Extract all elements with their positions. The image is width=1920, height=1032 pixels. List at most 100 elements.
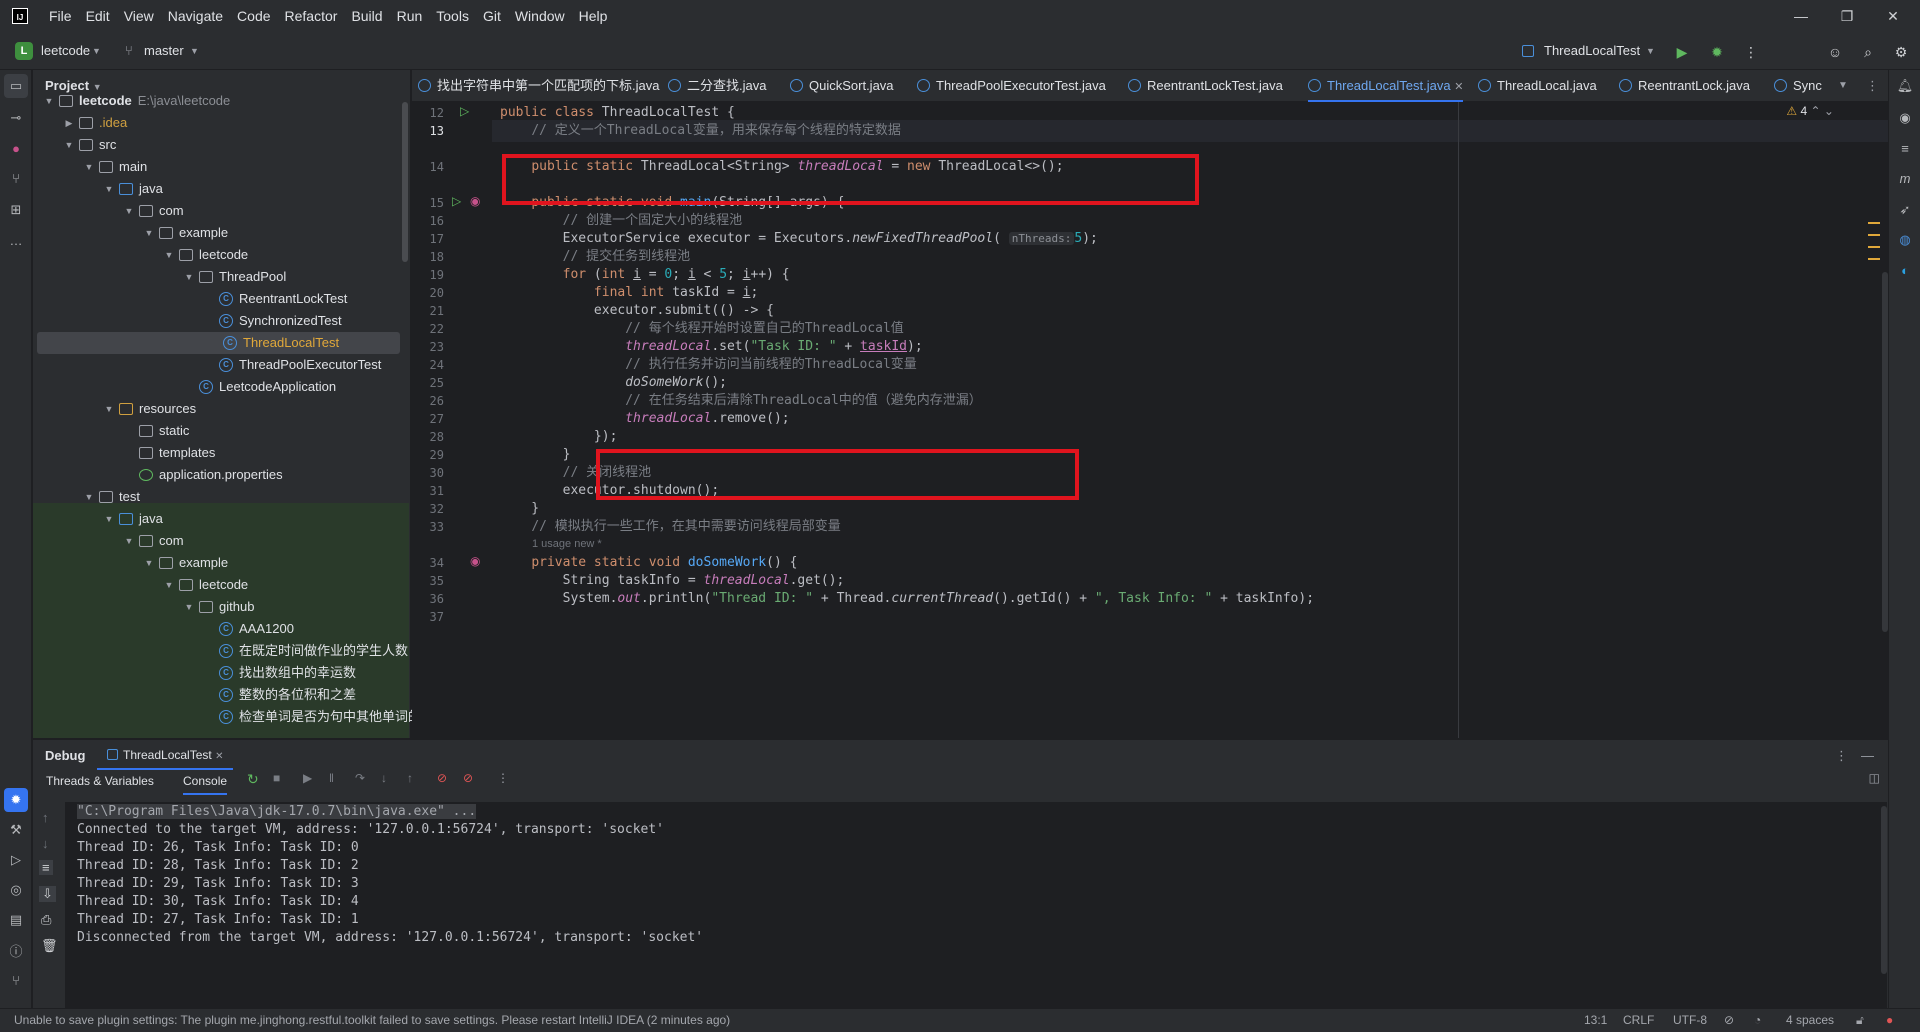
- line-number[interactable]: 20: [412, 286, 444, 300]
- warning-marker[interactable]: [1868, 222, 1880, 224]
- print-icon[interactable]: ⎙: [41, 912, 51, 928]
- warning-marker[interactable]: [1868, 246, 1880, 248]
- line-number[interactable]: 24: [412, 358, 444, 372]
- line-number[interactable]: 33: [412, 520, 444, 534]
- expand-arrow-icon[interactable]: ▼: [123, 530, 135, 552]
- tree-item[interactable]: ▼ test: [33, 486, 409, 508]
- caret-position[interactable]: 13:1: [1584, 1013, 1607, 1027]
- tab-reentrantlocktest[interactable]: ReentrantLockTest.java: [1128, 70, 1283, 102]
- tab-threadlocaltest[interactable]: ThreadLocalTest.java ✕: [1308, 70, 1464, 102]
- tab-sync[interactable]: Sync: [1774, 70, 1822, 102]
- more-vertical-icon[interactable]: ⋮: [1740, 41, 1762, 63]
- line-number[interactable]: 26: [412, 394, 444, 408]
- line-number[interactable]: 14: [412, 160, 444, 174]
- readonly-eye-icon[interactable]: ⊘: [1724, 1013, 1734, 1027]
- tree-item[interactable]: ▼ leetcode: [33, 574, 409, 596]
- line-number[interactable]: 21: [412, 304, 444, 318]
- commit-icon[interactable]: ⊸: [4, 106, 28, 130]
- line-number[interactable]: 37: [412, 610, 444, 624]
- usage-hint[interactable]: 1 usage new *: [532, 538, 602, 550]
- rerun-icon[interactable]: ↻: [247, 771, 259, 788]
- run-config-selector[interactable]: ThreadLocalTest: [1544, 43, 1640, 58]
- run-tool-icon[interactable]: ▷: [4, 848, 28, 872]
- expand-arrow-icon[interactable]: ▼: [163, 244, 175, 266]
- expand-arrow-icon[interactable]: ▼: [143, 222, 155, 244]
- menu-git[interactable]: Git: [476, 0, 508, 32]
- structure-icon[interactable]: ⊞: [4, 198, 28, 222]
- stop-icon[interactable]: ■: [273, 771, 280, 785]
- line-number[interactable]: 29: [412, 448, 444, 462]
- tree-item[interactable]: ▼ java: [33, 178, 409, 200]
- clear-trash-icon[interactable]: 🗑︎: [41, 938, 58, 954]
- project-badge[interactable]: L: [15, 42, 33, 60]
- line-number[interactable]: 30: [412, 466, 444, 480]
- expand-arrow-icon[interactable]: ▼: [103, 178, 115, 200]
- tree-item[interactable]: C ReentrantLockTest: [33, 288, 409, 310]
- edge-icon[interactable]: ◐: [1893, 258, 1917, 282]
- tree-item[interactable]: templates: [33, 442, 409, 464]
- collapse-arrow-icon[interactable]: ▶: [63, 112, 75, 134]
- error-indicator-icon[interactable]: ●: [1886, 1013, 1893, 1027]
- run-class-icon[interactable]: ▷: [460, 104, 469, 118]
- restore-icon[interactable]: ❐: [1824, 0, 1870, 32]
- warnings-indicator[interactable]: ⚠ 4 ⌃ ⌄: [1786, 104, 1834, 118]
- expand-arrow-icon[interactable]: ▼: [123, 200, 135, 222]
- step-over-icon[interactable]: ↷: [355, 771, 365, 785]
- soft-wrap-icon[interactable]: ≡: [39, 860, 53, 875]
- line-number[interactable]: 15: [412, 196, 444, 210]
- line-number[interactable]: 18: [412, 250, 444, 264]
- file-encoding[interactable]: UTF-8: [1673, 1013, 1707, 1027]
- settings-gear-icon[interactable]: ⚙: [1890, 41, 1912, 63]
- code-line[interactable]: System.out.println("Thread ID: " + Threa…: [500, 588, 1314, 610]
- line-number[interactable]: 13: [412, 124, 444, 138]
- tree-item[interactable]: application.properties: [33, 464, 409, 486]
- tree-item[interactable]: ▼ example: [33, 552, 409, 574]
- tab-quicksort[interactable]: QuickSort.java: [790, 70, 894, 102]
- tab-binary-search[interactable]: 二分查找.java: [668, 70, 766, 102]
- view-breakpoints-icon[interactable]: ⊘: [437, 771, 447, 785]
- branch-selector[interactable]: master: [144, 43, 184, 58]
- menu-edit[interactable]: Edit: [79, 0, 117, 32]
- indent-setting[interactable]: 4 spaces: [1786, 1013, 1834, 1027]
- sync-icon[interactable]: ◔: [1754, 1013, 1761, 1027]
- menu-code[interactable]: Code: [230, 0, 277, 32]
- line-number[interactable]: 17: [412, 232, 444, 246]
- more-horizontal-icon[interactable]: …: [4, 228, 28, 252]
- tab-find-index[interactable]: 找出字符串中第一个匹配项的下标.java: [418, 70, 659, 102]
- implements-marker-icon[interactable]: ◉: [470, 194, 480, 208]
- tree-item[interactable]: ▼ github: [33, 596, 409, 618]
- tree-item[interactable]: ▼ src: [33, 134, 409, 156]
- console-output[interactable]: "C:\Program Files\Java\jdk-17.0.7\bin\ja…: [65, 802, 1887, 1009]
- pause-icon[interactable]: ‖: [329, 771, 334, 785]
- build-hammer-icon[interactable]: ⚒: [4, 818, 28, 842]
- project-selector[interactable]: leetcode: [41, 43, 90, 58]
- pull-request-icon[interactable]: ⑂: [4, 166, 28, 190]
- resume-icon[interactable]: ▶: [303, 771, 312, 785]
- line-number[interactable]: 34: [412, 556, 444, 570]
- debug-tool-icon[interactable]: ✹: [4, 788, 28, 812]
- menu-run[interactable]: Run: [390, 0, 430, 32]
- tree-item[interactable]: ▼ resources: [33, 398, 409, 420]
- tree-item[interactable]: C 整数的各位积和之差: [33, 684, 409, 706]
- line-separator[interactable]: CRLF: [1623, 1013, 1654, 1027]
- tree-item[interactable]: ▼ ThreadPool: [33, 266, 409, 288]
- tree-item[interactable]: ▼ com: [33, 530, 409, 552]
- line-number[interactable]: 23: [412, 340, 444, 354]
- terminal-icon[interactable]: ▤: [4, 908, 28, 932]
- tree-item[interactable]: ▼ leetcode: [33, 244, 409, 266]
- chevron-down-icon[interactable]: ▼: [92, 46, 101, 56]
- tree-item[interactable]: C SynchronizedTest: [33, 310, 409, 332]
- line-number[interactable]: 36: [412, 592, 444, 606]
- tree-root[interactable]: ▼ leetcode E:\java\leetcode: [33, 90, 409, 112]
- line-number[interactable]: 27: [412, 412, 444, 426]
- step-into-icon[interactable]: ↓: [381, 771, 387, 785]
- line-number[interactable]: 32: [412, 502, 444, 516]
- scroll-down-icon[interactable]: ↓: [42, 836, 49, 851]
- code-editor[interactable]: ⚠ 4 ⌃ ⌄ public class ThreadLocalTest { /…: [492, 102, 1888, 738]
- debug-bug-icon[interactable]: ✹: [1706, 41, 1728, 63]
- notifications-bell-icon[interactable]: 🔔︎: [1893, 74, 1917, 98]
- close-tab-icon[interactable]: ✕: [1454, 81, 1463, 93]
- line-number[interactable]: 35: [412, 574, 444, 588]
- scroll-to-end-icon[interactable]: ⇩: [39, 886, 56, 902]
- tab-threadlocal[interactable]: ThreadLocal.java: [1478, 70, 1597, 102]
